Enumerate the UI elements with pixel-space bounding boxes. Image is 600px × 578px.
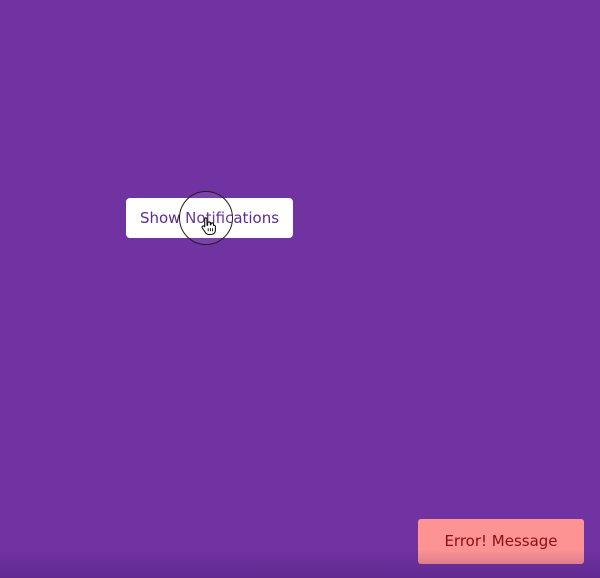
show-notifications-button[interactable]: Show Notifications: [126, 198, 293, 238]
page-background: Show Notifications Error! Message: [0, 0, 600, 578]
bottom-shadow: [0, 550, 600, 578]
